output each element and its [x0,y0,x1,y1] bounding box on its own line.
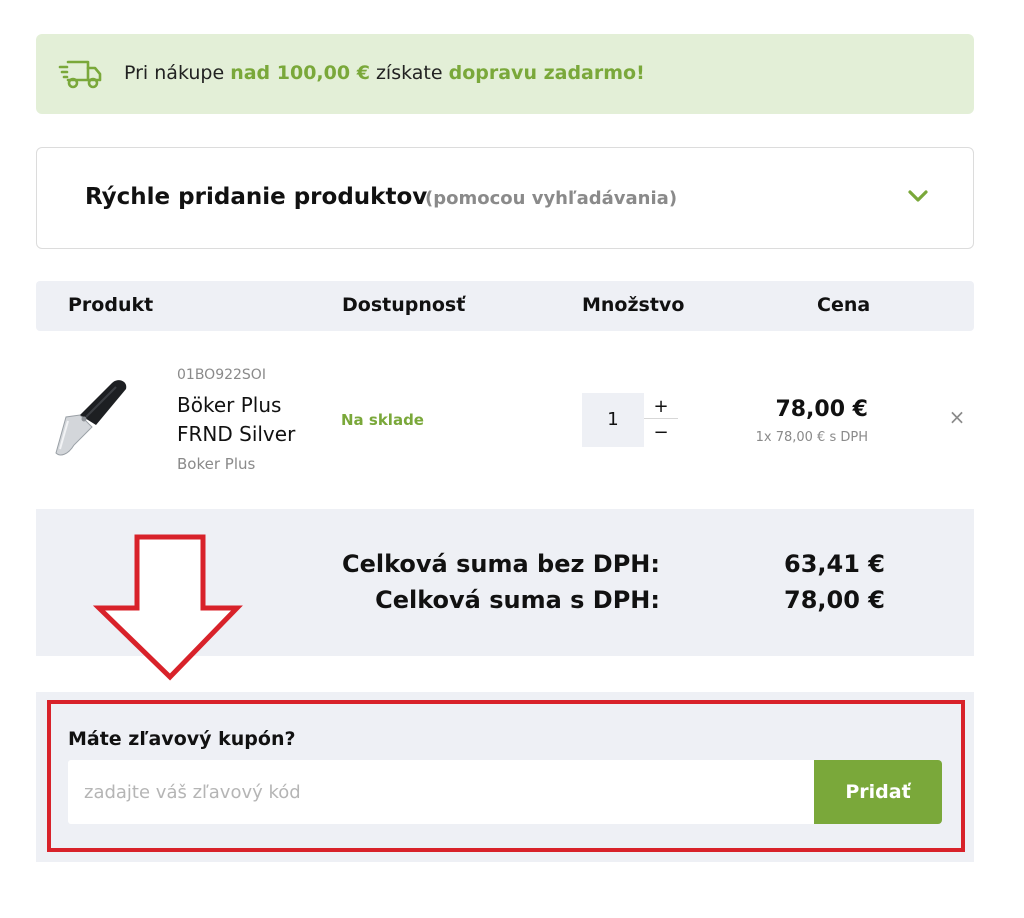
free-shipping-label: dopravu zadarmo! [448,62,645,84]
delivery-truck-icon [58,60,102,89]
total-with-vat-label: Celková suma s DPH: [375,586,660,614]
coupon-title: Máte zľavový kupón? [68,728,296,750]
add-coupon-button[interactable]: Pridať [814,760,942,824]
header-price: Cena [817,294,871,316]
product-image-knife[interactable] [46,375,136,465]
total-without-vat-label: Celková suma bez DPH: [341,550,660,578]
quantity-decrease-button[interactable]: − [644,421,678,445]
coupon-code-input[interactable] [68,760,814,824]
free-shipping-text: Pri nákupe nad 100,00 € získate dopravu … [124,62,645,84]
quantity-input[interactable]: 1 [582,393,644,447]
header-quantity: Množstvo [582,294,685,316]
total-without-vat-value: 63,41 € [784,550,885,578]
free-shipping-amount: nad 100,00 € [230,62,370,84]
quick-add-products-panel[interactable]: Rýchle pridanie produktov (pomocou vyhľa… [36,147,974,249]
item-unit-price: 1x 78,00 € s DPH [755,430,868,445]
quantity-increase-button[interactable]: + [644,395,678,419]
availability-status: Na sklade [341,411,424,429]
header-availability: Dostupnosť [342,294,466,316]
cart-totals: Celková suma bez DPH: 63,41 € Celková su… [36,509,974,656]
cart-item-row: 01BO922SOI Böker Plus FRND Silver Boker … [36,345,974,495]
cart-table-header: Produkt Dostupnosť Množstvo Cena [36,281,974,331]
product-name-link[interactable]: Böker Plus FRND Silver [177,391,327,449]
item-total-price: 78,00 € [775,397,868,422]
product-sku: 01BO922SOI [177,367,266,383]
product-brand: Boker Plus [177,455,256,473]
quick-add-subtitle: (pomocou vyhľadávania) [425,188,678,209]
free-shipping-banner: Pri nákupe nad 100,00 € získate dopravu … [36,34,974,114]
total-with-vat-value: 78,00 € [784,586,885,614]
coupon-section: Máte zľavový kupón? Pridať [36,692,974,862]
chevron-down-icon[interactable] [907,186,929,206]
quick-add-title: Rýchle pridanie produktov [85,184,428,210]
remove-item-icon[interactable]: × [946,406,968,428]
header-product: Produkt [68,294,154,316]
